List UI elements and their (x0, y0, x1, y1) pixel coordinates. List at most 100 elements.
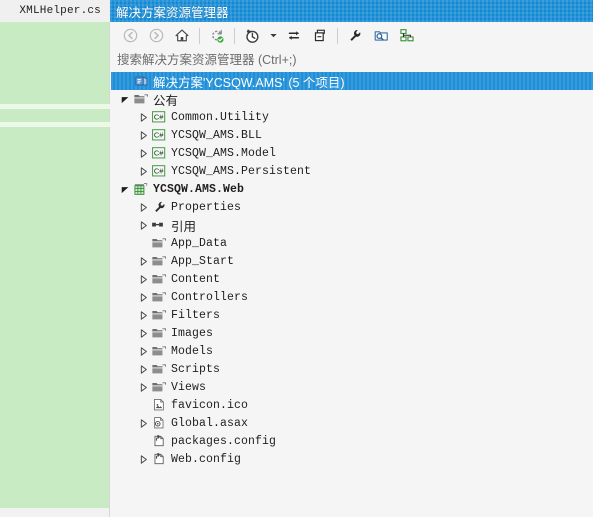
search-input[interactable] (117, 53, 557, 67)
code-editor-pane[interactable] (0, 22, 110, 508)
refresh-icon[interactable] (282, 25, 306, 47)
editor-status-strip (0, 508, 110, 517)
solution-icon (132, 72, 150, 90)
tree-node-label: Models (171, 344, 214, 358)
tree-node-folder-content[interactable]: Content (111, 270, 593, 288)
chevron-collapsed-icon[interactable] (137, 360, 150, 378)
indent-spacer (111, 216, 137, 234)
tree-node-label: Views (171, 380, 207, 394)
tree-node-folder-views[interactable]: Views (111, 378, 593, 396)
tree-node-solution[interactable]: 解决方案'YCSQW.AMS' (5 个项目) (111, 72, 593, 90)
chevron-collapsed-icon[interactable] (137, 324, 150, 342)
search-row (111, 49, 593, 71)
references-icon (150, 216, 168, 234)
folder-icon (150, 252, 168, 270)
editor-blank-line (0, 104, 110, 109)
sync-with-active-document-icon[interactable] (205, 25, 229, 47)
tree-node-label: packages.config (171, 434, 277, 448)
tree-node-project-ycsqw-ams-model[interactable]: C# YCSQW_AMS.Model (111, 144, 593, 162)
tree-node-folder-app-data[interactable]: App_Data (111, 234, 593, 252)
indent-spacer (111, 180, 119, 198)
view-class-diagram-icon[interactable] (395, 25, 419, 47)
chevron-collapsed-icon[interactable] (137, 414, 150, 432)
tree-node-project-common-utility[interactable]: C# Common.Utility (111, 108, 593, 126)
indent-spacer (111, 324, 137, 342)
tree-node-project-ycsqw-ams-persistent[interactable]: C# YCSQW_AMS.Persistent (111, 162, 593, 180)
tree-node-solution-folder-gongyou[interactable]: 公有 (111, 90, 593, 108)
indent-spacer (111, 234, 137, 252)
tree-node-project-ycsqw-ams-bll[interactable]: C# YCSQW_AMS.BLL (111, 126, 593, 144)
tree-node-folder-scripts[interactable]: Scripts (111, 360, 593, 378)
chevron-expanded-icon[interactable] (119, 180, 132, 198)
toolbar-separator (199, 27, 200, 44)
tree-node-folder-filters[interactable]: Filters (111, 306, 593, 324)
pending-changes-filter-icon[interactable] (240, 25, 264, 47)
expander-placeholder (137, 432, 150, 450)
chevron-expanded-icon[interactable] (119, 90, 132, 108)
tree-node-folder-app-start[interactable]: App_Start (111, 252, 593, 270)
chevron-collapsed-icon[interactable] (137, 342, 150, 360)
tree-node-label: Common.Utility (171, 110, 270, 124)
expander-placeholder (137, 234, 150, 252)
tree-node-label: Global.asax (171, 416, 249, 430)
tree-node-file-packages-config[interactable]: packages.config (111, 432, 593, 450)
config-file-icon (150, 450, 168, 468)
tab-xmlhelper-cs[interactable]: XMLHelper.cs (0, 0, 110, 22)
indent-spacer (111, 126, 137, 144)
tree-node-project-ycsqw-ams-web[interactable]: YCSQW.AMS.Web (111, 180, 593, 198)
tree-node-folder-models[interactable]: Models (111, 342, 593, 360)
tree-node-references[interactable]: 引用 (111, 216, 593, 234)
chevron-collapsed-icon[interactable] (137, 270, 150, 288)
chevron-collapsed-icon[interactable] (137, 288, 150, 306)
tree-node-file-global-asax[interactable]: Global.asax (111, 414, 593, 432)
indent-spacer (111, 396, 137, 414)
web-project-icon (132, 180, 150, 198)
chevron-collapsed-icon[interactable] (137, 198, 150, 216)
toolbar-separator (337, 27, 338, 44)
folder-icon (150, 270, 168, 288)
chevron-collapsed-icon[interactable] (137, 144, 150, 162)
properties-wrench-icon[interactable] (343, 25, 367, 47)
indent-spacer (111, 198, 137, 216)
tree-node-file-favicon-ico[interactable]: favicon.ico (111, 396, 593, 414)
folder-icon (150, 306, 168, 324)
config-file-icon (150, 432, 168, 450)
chevron-collapsed-icon[interactable] (137, 162, 150, 180)
chevron-collapsed-icon[interactable] (137, 450, 150, 468)
tree-node-properties[interactable]: Properties (111, 198, 593, 216)
chevron-collapsed-icon[interactable] (137, 126, 150, 144)
csharp-project-icon: C# (150, 144, 168, 162)
svg-text:C#: C# (154, 149, 164, 158)
indent-spacer (111, 378, 137, 396)
indent-spacer (111, 108, 137, 126)
chevron-collapsed-icon[interactable] (137, 306, 150, 324)
indent-spacer (111, 288, 137, 306)
home-icon[interactable] (170, 25, 194, 47)
collapse-all-icon[interactable] (308, 25, 332, 47)
chevron-collapsed-icon[interactable] (137, 216, 150, 234)
chevron-down-icon[interactable] (266, 25, 280, 47)
chevron-collapsed-icon[interactable] (137, 252, 150, 270)
folder-icon (150, 288, 168, 306)
forward-arrow-icon[interactable] (144, 25, 168, 47)
solution-tree[interactable]: 解决方案'YCSQW.AMS' (5 个项目) 公有 C# Common.Utilit… (111, 72, 593, 517)
svg-text:C#: C# (154, 131, 164, 140)
folder-icon (150, 234, 168, 252)
chevron-collapsed-icon[interactable] (137, 378, 150, 396)
tab-label: XMLHelper.cs (19, 5, 101, 17)
chevron-collapsed-icon[interactable] (137, 108, 150, 126)
tab-solution-explorer[interactable]: 解决方案资源管理器 (110, 0, 593, 22)
tree-node-label: favicon.ico (171, 398, 249, 412)
tree-node-label: YCSQW_AMS.Model (171, 146, 277, 160)
tree-node-file-web-config[interactable]: Web.config (111, 450, 593, 468)
toolbar-separator (234, 27, 235, 44)
tree-node-label: Filters (171, 308, 221, 322)
csharp-project-icon: C# (150, 162, 168, 180)
show-all-files-icon[interactable] (369, 25, 393, 47)
indent-spacer (111, 432, 137, 450)
back-arrow-icon[interactable] (118, 25, 142, 47)
indent-spacer (111, 90, 119, 108)
tree-node-folder-controllers[interactable]: Controllers (111, 288, 593, 306)
solution-explorer-window: XMLHelper.cs 解决方案资源管理器 搜索解决方案资源管理器 (Ctrl… (0, 0, 593, 517)
tree-node-folder-images[interactable]: Images (111, 324, 593, 342)
